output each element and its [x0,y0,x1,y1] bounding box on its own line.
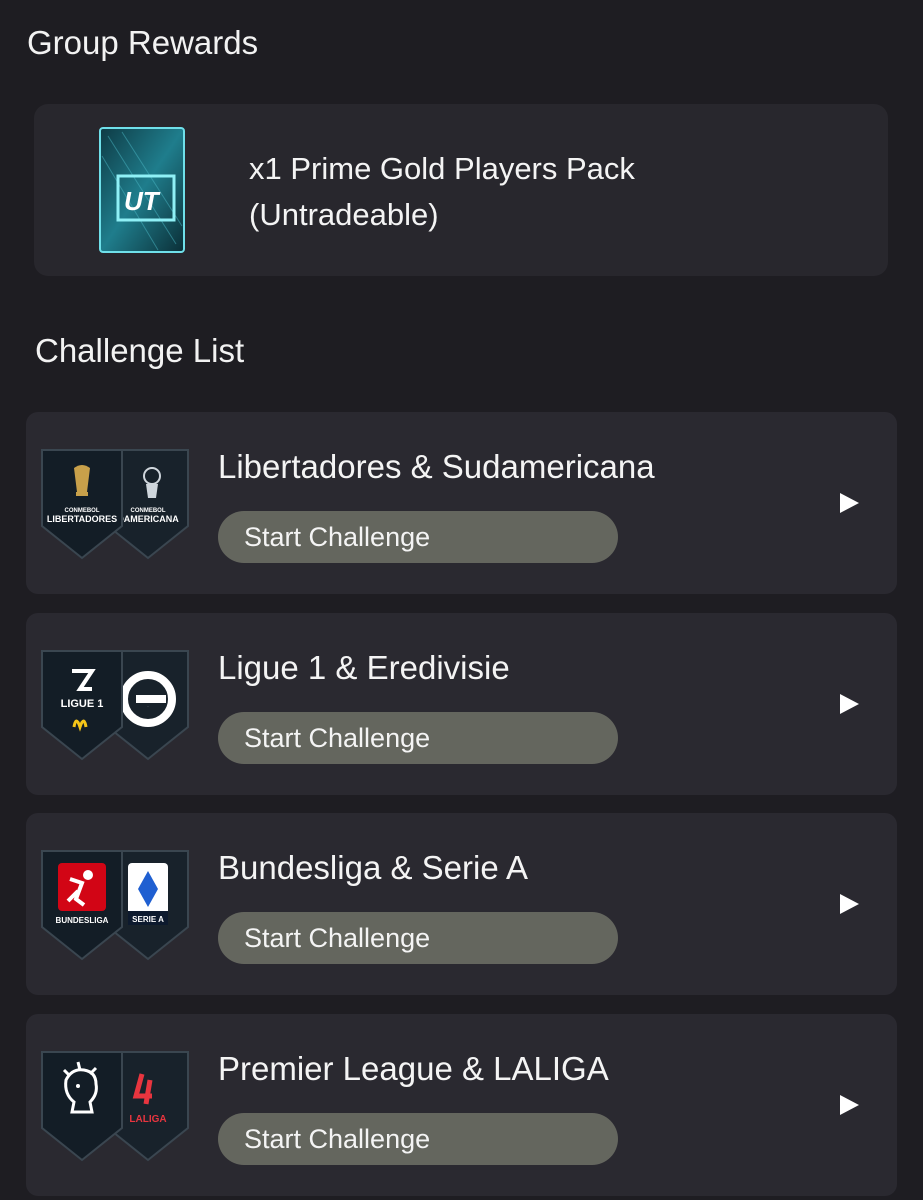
league-badges: SERIE A BUNDESLIGA [40,849,200,961]
challenge-title: Premier League & LALIGA [218,1050,609,1087]
league-badges: e LIGUE 1 [40,649,200,761]
svg-text:LIBERTADORES: LIBERTADORES [47,514,117,524]
libertadores-badge-icon: CONMEBOL LIBERTADORES [41,449,123,560]
play-arrow-icon[interactable] [838,1094,860,1116]
challenge-item-bundesliga-serie-a[interactable]: SERIE A BUNDESLIGA Bundesliga & Serie A … [26,813,897,995]
reward-tradeable-status: (Untradeable) [249,197,439,232]
reward-description: x1 Prime Gold Players Pack (Untradeable) [249,146,635,238]
svg-text:SERIE A: SERIE A [132,915,164,924]
challenge-title: Libertadores & Sudamericana [218,448,655,485]
bundesliga-badge-icon: BUNDESLIGA [41,850,123,961]
reward-card: UT x1 Prime Gold Players Pack (Untradeab… [34,104,888,276]
start-challenge-button[interactable]: Start Challenge [218,712,618,764]
play-arrow-icon[interactable] [838,893,860,915]
league-badges: CONMEBOL DAMERICANA CONMEBOL LIBERTADORE… [40,448,200,560]
start-challenge-button[interactable]: Start Challenge [218,1113,618,1165]
challenge-title: Bundesliga & Serie A [218,849,529,886]
svg-text:LALIGA: LALIGA [129,1114,166,1125]
ligue1-badge-icon: LIGUE 1 [41,650,123,761]
pack-label: UT [124,186,161,216]
challenge-title: Ligue 1 & Eredivisie [218,649,510,686]
premier-league-badge-icon [41,1051,123,1162]
svg-text:DAMERICANA: DAMERICANA [117,514,179,524]
challenge-item-ligue1-eredivisie[interactable]: e LIGUE 1 Ligue 1 & Eredivisie Start Cha… [26,613,897,795]
pack-icon: UT [99,127,185,253]
svg-text:LIGUE 1: LIGUE 1 [61,698,104,710]
start-challenge-button[interactable]: Start Challenge [218,511,618,563]
challenge-list-heading: Challenge List [35,332,245,369]
play-arrow-icon[interactable] [838,693,860,715]
play-arrow-icon[interactable] [838,492,860,514]
challenge-item-premier-league-laliga[interactable]: LALIGA Premier League & LALIGA Start Cha… [26,1014,897,1196]
start-challenge-button[interactable]: Start Challenge [218,912,618,964]
group-rewards-heading: Group Rewards [27,24,259,61]
reward-name: x1 Prime Gold Players Pack [249,151,635,186]
svg-text:BUNDESLIGA: BUNDESLIGA [56,916,109,925]
challenge-item-libertadores-sudamericana[interactable]: CONMEBOL DAMERICANA CONMEBOL LIBERTADORE… [26,412,897,594]
league-badges: LALIGA [40,1050,200,1162]
